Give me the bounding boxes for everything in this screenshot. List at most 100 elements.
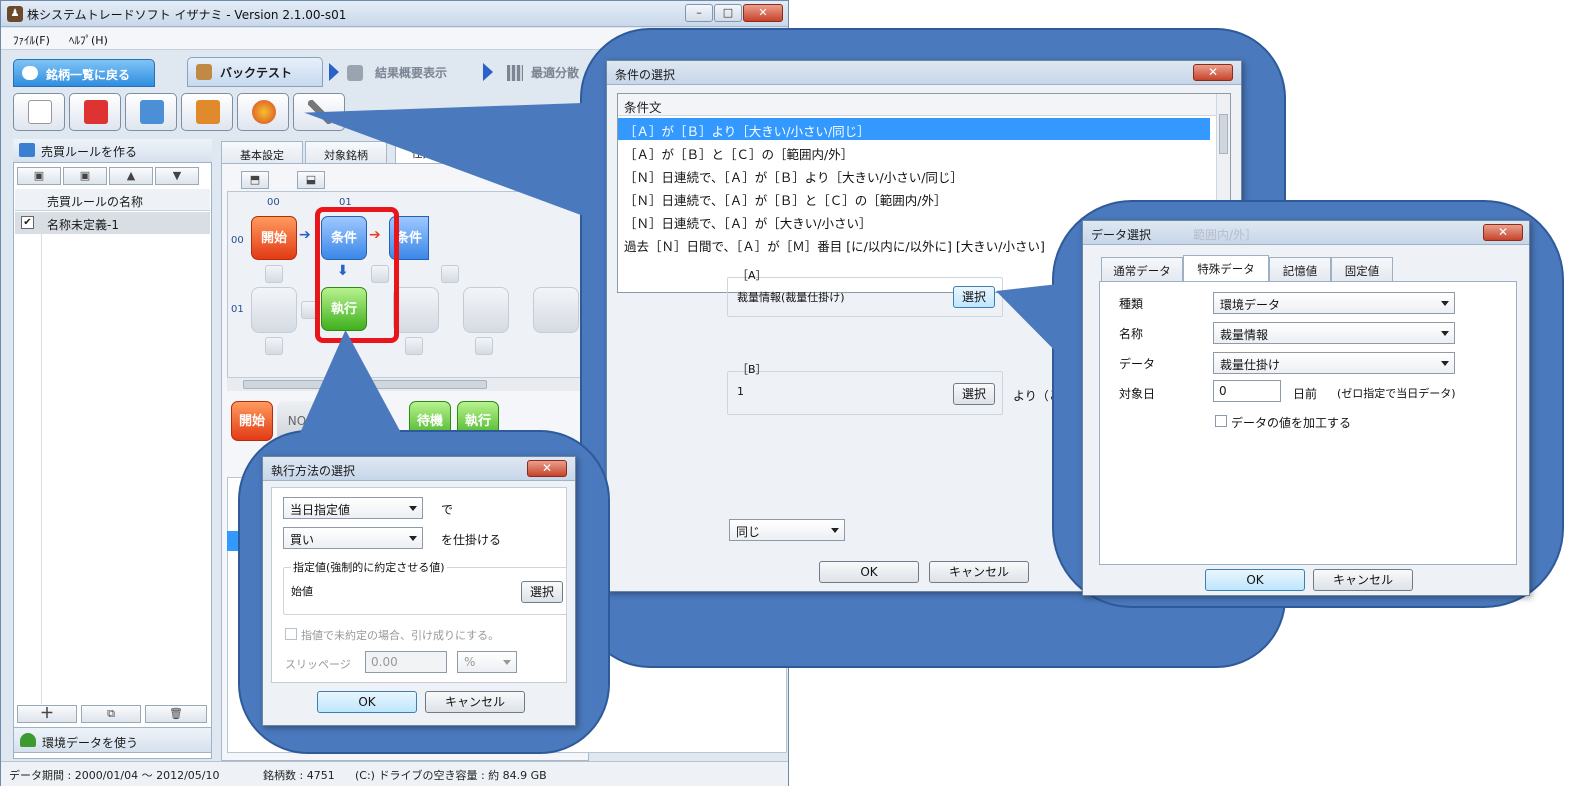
data-dialog-title: データ選択 範囲内/外］	[1083, 221, 1529, 245]
palette-start[interactable]: 開始	[231, 401, 273, 441]
save-flow-icon[interactable]: ⬒	[241, 171, 269, 189]
side-combo[interactable]: 買い	[283, 527, 423, 549]
cancel-button[interactable]: キャンセル	[929, 561, 1029, 583]
copy-rule-button[interactable]: ⧉	[81, 705, 141, 723]
move-up-button[interactable]: ▲	[109, 167, 153, 185]
connector-cell[interactable]	[475, 337, 493, 355]
ok-button[interactable]: OK	[317, 691, 417, 713]
close-button[interactable]: ✕	[743, 4, 783, 22]
rule-checkbox[interactable]: ✔	[21, 216, 34, 229]
tab-memory-value[interactable]: 記憶値	[1269, 257, 1331, 281]
rule-row[interactable]: ✔ 名称未定義-1	[15, 212, 210, 234]
import-button[interactable]	[181, 93, 233, 131]
tab-normal-data[interactable]: 通常データ	[1101, 257, 1183, 281]
eye-icon	[22, 66, 38, 80]
tab-special-data[interactable]: 特殊データ	[1183, 255, 1269, 281]
chevron-down-icon	[831, 528, 839, 533]
highlight-frame	[315, 207, 399, 343]
select-a-button[interactable]: 選択	[953, 286, 995, 308]
name-combo[interactable]: 裁量情報	[1213, 322, 1455, 344]
status-stock-count: 銘柄数 : 4751	[263, 769, 335, 782]
close-icon[interactable]: ✕	[1193, 64, 1233, 81]
exec-dialog: 執行方法の選択 ✕ 当日指定値 で 買い を仕掛ける 指定値(強制的に約定させる…	[262, 456, 576, 726]
price-combo[interactable]: 当日指定値	[283, 497, 423, 519]
condition-item[interactable]: ［Ａ］が［Ｂ］より［大きい/小さい/同じ］	[618, 118, 1210, 140]
slippage-unit: %	[464, 655, 476, 669]
unfilled-checkbox[interactable]	[285, 628, 297, 640]
new-button[interactable]	[13, 93, 65, 131]
price-group-label: 指定値(強制的に約定させる値)	[291, 559, 447, 575]
empty-cell[interactable]	[533, 287, 579, 333]
process-label: データの値を加工する	[1231, 416, 1352, 430]
slippage-unit-combo[interactable]: %	[457, 651, 517, 673]
minimize-button[interactable]: –	[685, 4, 713, 22]
condition-item[interactable]: ［Ｎ］日連続で、［Ａ］が［Ｂ］より［大きい/小さい/同じ］	[618, 164, 1210, 186]
backtest-tab-label: バックテスト	[220, 66, 293, 80]
scroll-thumb[interactable]	[1219, 114, 1228, 154]
window-title: 株システムトレードソフト イザナミ - Version 2.1.00-s01	[27, 8, 347, 22]
ok-button[interactable]: OK	[1205, 569, 1305, 591]
backtest-tab[interactable]: バックテスト	[187, 57, 323, 87]
cancel-button[interactable]: キャンセル	[425, 691, 525, 713]
add-rule-button[interactable]: ＋	[17, 705, 77, 723]
ok-button[interactable]: OK	[819, 561, 919, 583]
close-icon[interactable]: ✕	[527, 460, 567, 477]
toolbar	[13, 93, 345, 133]
price-group-value: 始値	[291, 585, 313, 598]
close-icon[interactable]: ✕	[1483, 224, 1523, 241]
compare-value: 同じ	[736, 525, 761, 539]
menu-file[interactable]: ﾌｧｲﾙ(F)	[13, 32, 50, 48]
select-b-button[interactable]: 選択	[953, 383, 995, 405]
slippage-input[interactable]: 0.00	[365, 651, 447, 673]
kind-label: 種類	[1119, 297, 1144, 311]
menu-help[interactable]: ﾍﾙﾌﾟ(H)	[69, 32, 108, 48]
title-bar: ♟ 株システムトレードソフト イザナミ - Version 2.1.00-s01…	[1, 1, 788, 27]
distribution-tab[interactable]: 最適分散	[531, 59, 579, 85]
toolbox-icon	[84, 100, 108, 124]
tab-basic-settings[interactable]: 基本設定	[221, 141, 303, 163]
status-bar: データ期間 : 2000/01/04 〜 2012/05/10 銘柄数 : 47…	[1, 761, 788, 786]
document-icon	[28, 100, 52, 124]
connector-cell[interactable]	[265, 265, 283, 283]
export-button[interactable]	[125, 93, 177, 131]
maximize-button[interactable]: □	[714, 4, 742, 22]
save-as-icon[interactable]: ▣	[63, 167, 107, 185]
start-node[interactable]: 開始	[251, 216, 297, 260]
slippage-label: スリッページ	[285, 658, 351, 671]
save-icon[interactable]: ▣	[17, 167, 61, 185]
status-data-period: データ期間 : 2000/01/04 〜 2012/05/10	[9, 769, 220, 782]
back-to-list-tab[interactable]: 銘柄一覧に戻る	[13, 59, 155, 87]
flow-scrollbar[interactable]	[227, 377, 587, 391]
condition-item[interactable]: ［Ａ］が［Ｂ］と［Ｃ］の［範囲内/外］	[618, 141, 1210, 163]
tab-fixed-value[interactable]: 固定値	[1331, 257, 1393, 281]
connector-cell[interactable]	[405, 337, 423, 355]
group-b-value: 1	[737, 385, 744, 398]
kind-combo[interactable]: 環境データ	[1213, 292, 1455, 314]
day-input[interactable]: 0	[1213, 380, 1281, 402]
palette-button[interactable]	[237, 93, 289, 131]
process-checkbox[interactable]	[1215, 415, 1227, 427]
connector-cell[interactable]	[441, 265, 459, 283]
rule-list-title: 売買ルールを作る	[41, 145, 138, 159]
select-price-button[interactable]: 選択	[521, 581, 563, 603]
data-combo[interactable]: 裁量仕掛け	[1213, 352, 1455, 374]
cancel-button[interactable]: キャンセル	[1313, 569, 1413, 591]
price-value: 当日指定値	[290, 503, 351, 517]
move-down-button[interactable]: ▼	[155, 167, 199, 185]
chevron-down-icon	[1441, 361, 1449, 366]
empty-cell[interactable]	[251, 287, 297, 333]
side-value: 買い	[290, 533, 315, 547]
open-button[interactable]	[69, 93, 121, 131]
empty-cell[interactable]	[393, 287, 439, 333]
delete-rule-button[interactable]: 🗑	[145, 705, 207, 723]
rule-column-label: 売買ルールの名称	[47, 195, 144, 209]
env-data-button[interactable]: 環境データを使う	[13, 727, 212, 753]
condition-dialog-title: 条件の選択	[607, 61, 1241, 85]
connector-cell[interactable]	[265, 337, 283, 355]
grid-divider	[41, 234, 42, 704]
group-a-value: 裁量情報(裁量仕掛け)	[737, 291, 845, 304]
data-dialog-title-text: データ選択	[1091, 228, 1152, 242]
compare-combo[interactable]: 同じ	[729, 519, 845, 541]
empty-cell[interactable]	[463, 287, 509, 333]
arrow-right-icon: ➔	[299, 227, 311, 243]
